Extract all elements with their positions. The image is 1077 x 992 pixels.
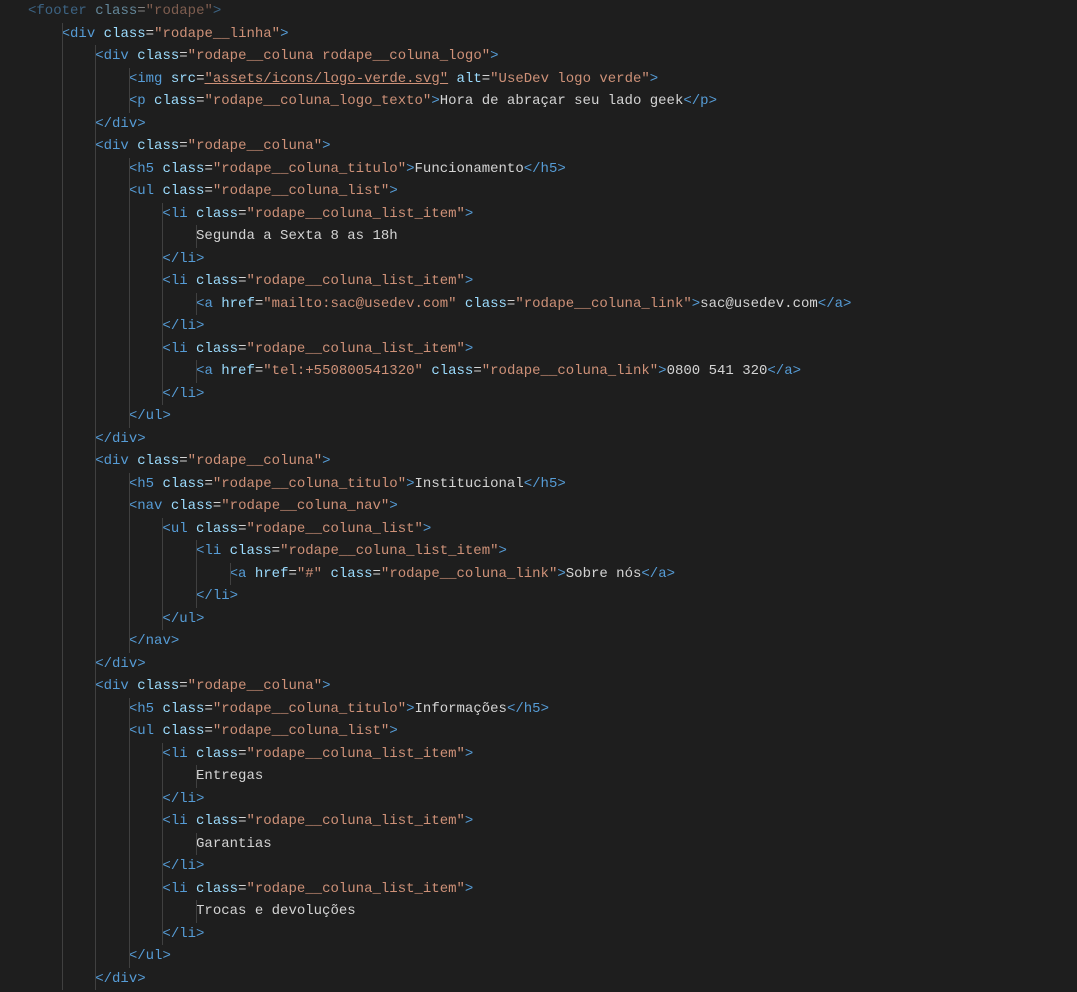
code-line[interactable]: <div class="rodape__coluna">: [28, 450, 1077, 473]
code-line[interactable]: <a href="#" class="rodape__coluna_link">…: [28, 563, 1077, 586]
code-line[interactable]: <a href="mailto:sac@usedev.com" class="r…: [28, 293, 1077, 316]
code-line[interactable]: </ul>: [28, 945, 1077, 968]
code-line[interactable]: <a href="tel:+550800541320" class="rodap…: [28, 360, 1077, 383]
code-line[interactable]: <p class="rodape__coluna_logo_texto">Hor…: [28, 90, 1077, 113]
code-line[interactable]: </div>: [28, 653, 1077, 676]
code-line[interactable]: </li>: [28, 248, 1077, 271]
code-line[interactable]: Garantias: [28, 833, 1077, 856]
code-line[interactable]: <img src="assets/icons/logo-verde.svg" a…: [28, 68, 1077, 91]
code-line[interactable]: <li class="rodape__coluna_list_item">: [28, 203, 1077, 226]
code-line[interactable]: <li class="rodape__coluna_list_item">: [28, 338, 1077, 361]
code-line[interactable]: <div class="rodape__coluna rodape__colun…: [28, 45, 1077, 68]
code-line[interactable]: <li class="rodape__coluna_list_item">: [28, 878, 1077, 901]
code-line[interactable]: <nav class="rodape__coluna_nav">: [28, 495, 1077, 518]
code-line[interactable]: <li class="rodape__coluna_list_item">: [28, 270, 1077, 293]
code-line[interactable]: Segunda a Sexta 8 as 18h: [28, 225, 1077, 248]
code-line[interactable]: </li>: [28, 788, 1077, 811]
code-line[interactable]: <footer class="rodape">: [28, 0, 1077, 23]
code-line[interactable]: Entregas: [28, 765, 1077, 788]
code-line[interactable]: </li>: [28, 923, 1077, 946]
code-line[interactable]: </ul>: [28, 405, 1077, 428]
code-line[interactable]: <li class="rodape__coluna_list_item">: [28, 743, 1077, 766]
code-line[interactable]: </nav>: [28, 630, 1077, 653]
code-editor[interactable]: <footer class="rodape"> <div class="roda…: [0, 0, 1077, 990]
code-line[interactable]: </div>: [28, 968, 1077, 991]
code-line[interactable]: </li>: [28, 383, 1077, 406]
code-line[interactable]: </li>: [28, 855, 1077, 878]
code-line[interactable]: </li>: [28, 585, 1077, 608]
code-line[interactable]: </div>: [28, 428, 1077, 451]
code-line[interactable]: </div>: [28, 113, 1077, 136]
code-line[interactable]: <h5 class="rodape__coluna_titulo">Instit…: [28, 473, 1077, 496]
code-line[interactable]: </li>: [28, 315, 1077, 338]
code-line[interactable]: </ul>: [28, 608, 1077, 631]
code-line[interactable]: <h5 class="rodape__coluna_titulo">Funcio…: [28, 158, 1077, 181]
code-line[interactable]: <li class="rodape__coluna_list_item">: [28, 810, 1077, 833]
code-line[interactable]: <h5 class="rodape__coluna_titulo">Inform…: [28, 698, 1077, 721]
code-line[interactable]: <div class="rodape__coluna">: [28, 135, 1077, 158]
code-line[interactable]: <li class="rodape__coluna_list_item">: [28, 540, 1077, 563]
code-line[interactable]: Trocas e devoluções: [28, 900, 1077, 923]
code-line[interactable]: <div class="rodape__linha">: [28, 23, 1077, 46]
code-line[interactable]: <div class="rodape__coluna">: [28, 675, 1077, 698]
code-line[interactable]: <ul class="rodape__coluna_list">: [28, 518, 1077, 541]
code-line[interactable]: <ul class="rodape__coluna_list">: [28, 180, 1077, 203]
code-line[interactable]: <ul class="rodape__coluna_list">: [28, 720, 1077, 743]
